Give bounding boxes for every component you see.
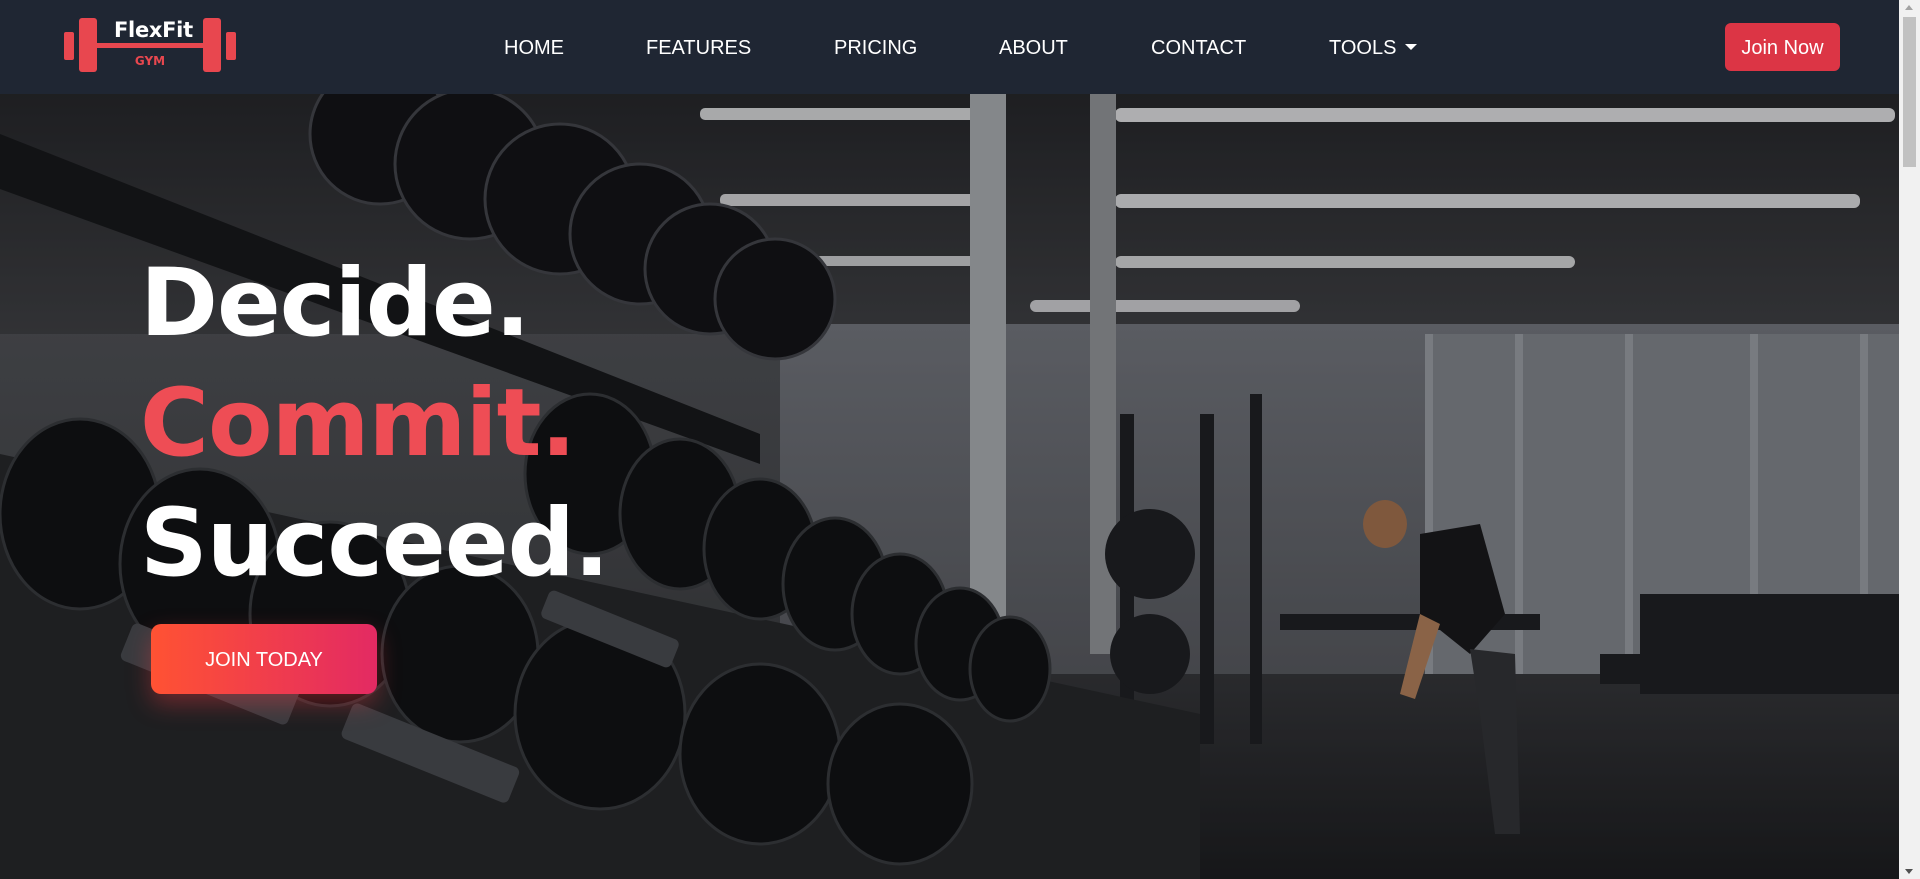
nav-home[interactable]: HOME [504,36,564,60]
page: FlexFit GYM HOME FEATURES PRICING ABOUT … [0,0,1920,879]
brand-logo[interactable]: FlexFit GYM [64,14,236,76]
nav-contact[interactable]: CONTACT [1151,36,1246,60]
hero-overlay [0,94,1899,879]
scroll-down-icon[interactable] [1905,869,1913,874]
caret-down-icon [1405,44,1418,50]
join-today-button[interactable]: JOIN TODAY [151,624,377,694]
brand-sub: GYM [134,54,166,68]
hero-headline-decide: Decide. [140,249,530,358]
nav-tools-label: TOOLS [1329,37,1397,59]
hero-section: Decide. Commit. Succeed. JOIN TODAY [0,94,1899,879]
hero-headline-succeed: Succeed. [140,489,610,598]
nav-features[interactable]: FEATURES [646,36,751,60]
nav-tools-dropdown[interactable]: TOOLS [1329,36,1418,60]
scroll-up-icon[interactable] [1905,5,1913,10]
nav-about[interactable]: ABOUT [999,36,1068,60]
hero-headline-commit: Commit. [140,369,576,478]
scrollbar-thumb[interactable] [1903,17,1916,167]
page-scrollbar[interactable] [1899,0,1920,879]
nav-pricing[interactable]: PRICING [834,36,917,60]
join-now-button[interactable]: Join Now [1725,23,1840,71]
navbar: FlexFit GYM HOME FEATURES PRICING ABOUT … [0,0,1899,94]
brand-name: FlexFit [114,18,193,42]
